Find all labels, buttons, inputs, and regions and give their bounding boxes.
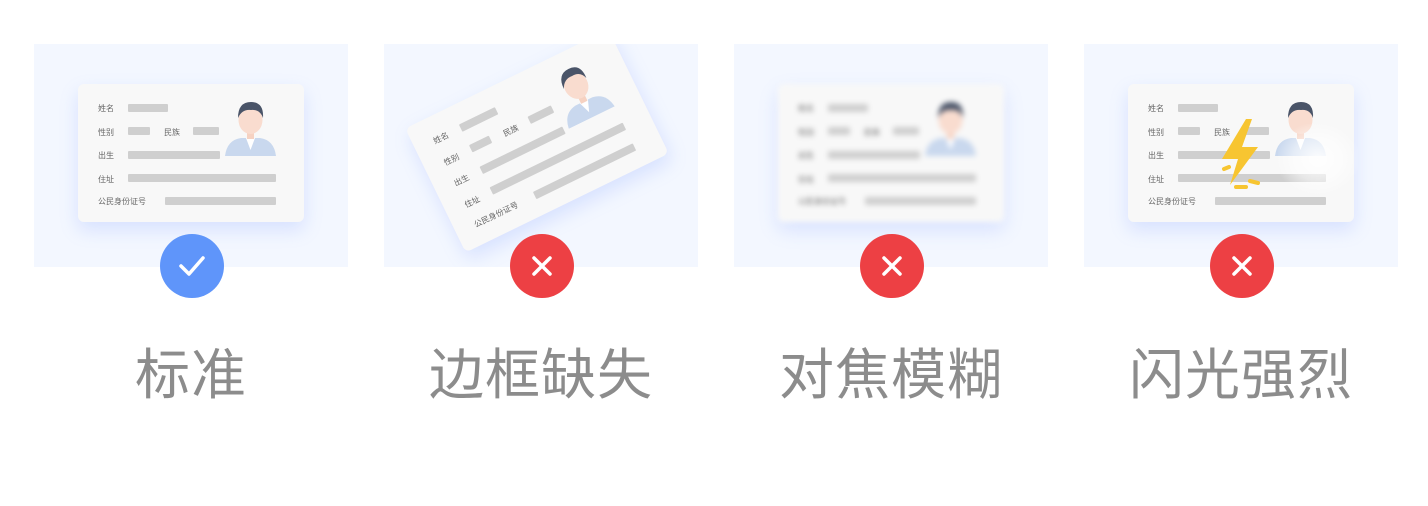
field-value-bar	[828, 151, 920, 159]
field-value-bar	[193, 127, 219, 135]
sample-standard: 姓名 性别 民族 出生 住址 公民身份证号 标准	[34, 44, 348, 407]
close-icon	[532, 256, 552, 276]
field-value-bar	[865, 197, 976, 205]
field-label-name: 姓名	[798, 104, 814, 113]
field-value-bar	[468, 135, 493, 153]
field-value-bar	[893, 127, 919, 135]
field-label-birth: 出生	[452, 172, 471, 189]
id-card: 姓名 性别 民族 出生 住址 公民身份证号	[405, 44, 669, 253]
check-icon	[179, 256, 205, 276]
status-badge-incorrect	[860, 234, 924, 298]
field-value-bar	[128, 174, 276, 182]
field-value-bar	[1215, 197, 1326, 205]
caption: 闪光强烈	[1128, 343, 1353, 407]
field-label-name: 姓名	[431, 130, 451, 146]
field-label-gender: 性别	[798, 128, 814, 137]
field-label-ethnicity: 民族	[501, 123, 521, 139]
lightning-icon	[1222, 119, 1260, 189]
field-label-address: 住址	[463, 194, 482, 210]
field-label-name: 姓名	[1148, 104, 1164, 113]
field-label-gender: 性别	[1148, 128, 1164, 137]
field-value-bar	[479, 126, 566, 175]
field-label-ethnicity: 民族	[164, 128, 180, 137]
status-badge-incorrect	[510, 234, 574, 298]
portrait-icon	[925, 102, 976, 156]
field-label-ethnicity: 民族	[864, 128, 880, 137]
field-value-bar	[828, 174, 976, 182]
close-icon	[882, 256, 902, 276]
field-value-bar	[165, 197, 276, 205]
field-value-bar	[828, 104, 868, 112]
field-value-bar	[128, 151, 220, 159]
portrait-icon	[561, 67, 615, 129]
field-label-birth: 出生	[1148, 151, 1164, 160]
id-card: 姓名 性别 民族 出生 住址 公民身份证号	[778, 84, 1004, 222]
field-value-bar	[532, 143, 637, 200]
field-label-address: 住址	[98, 175, 114, 184]
field-label-gender: 性别	[442, 152, 461, 168]
caption: 标准	[134, 343, 247, 407]
portrait-icon	[225, 102, 276, 156]
status-badge-correct	[160, 234, 224, 298]
field-value-bar	[458, 107, 499, 132]
field-value-bar	[1178, 127, 1200, 135]
id-card: 姓名 性别 民族 出生 住址 公民身份证号	[78, 84, 304, 222]
field-label-gender: 性别	[98, 128, 114, 137]
sample-out-of-focus: 姓名 性别 民族 出生 住址 公民身份证号 对焦模糊	[734, 44, 1048, 407]
field-value-bar	[128, 104, 168, 112]
sample-strong-flash: 姓名 性别 民族 出生 住址 公民身份证号 闪光强烈	[1084, 44, 1398, 407]
field-label-address: 住址	[1148, 175, 1164, 184]
caption: 边框缺失	[428, 343, 653, 407]
field-label-address: 住址	[798, 175, 814, 184]
field-label-birth: 出生	[98, 151, 114, 160]
field-label-id-number: 公民身份证号	[472, 200, 520, 230]
flash-glare	[1278, 124, 1358, 194]
field-label-birth: 出生	[798, 151, 814, 160]
field-value-bar	[828, 127, 850, 135]
status-badge-incorrect	[1210, 234, 1274, 298]
field-label-id-number: 公民身份证号	[798, 197, 846, 206]
field-label-id-number: 公民身份证号	[1148, 197, 1196, 206]
field-value-bar	[1178, 104, 1218, 112]
sample-border-missing: 姓名 性别 民族 出生 住址 公民身份证号 边框缺失	[384, 44, 698, 407]
field-label-id-number: 公民身份证号	[98, 197, 146, 206]
field-label-name: 姓名	[98, 104, 114, 113]
field-value-bar	[128, 127, 150, 135]
caption: 对焦模糊	[778, 343, 1003, 407]
close-icon	[1232, 256, 1252, 276]
field-value-bar	[527, 105, 555, 124]
